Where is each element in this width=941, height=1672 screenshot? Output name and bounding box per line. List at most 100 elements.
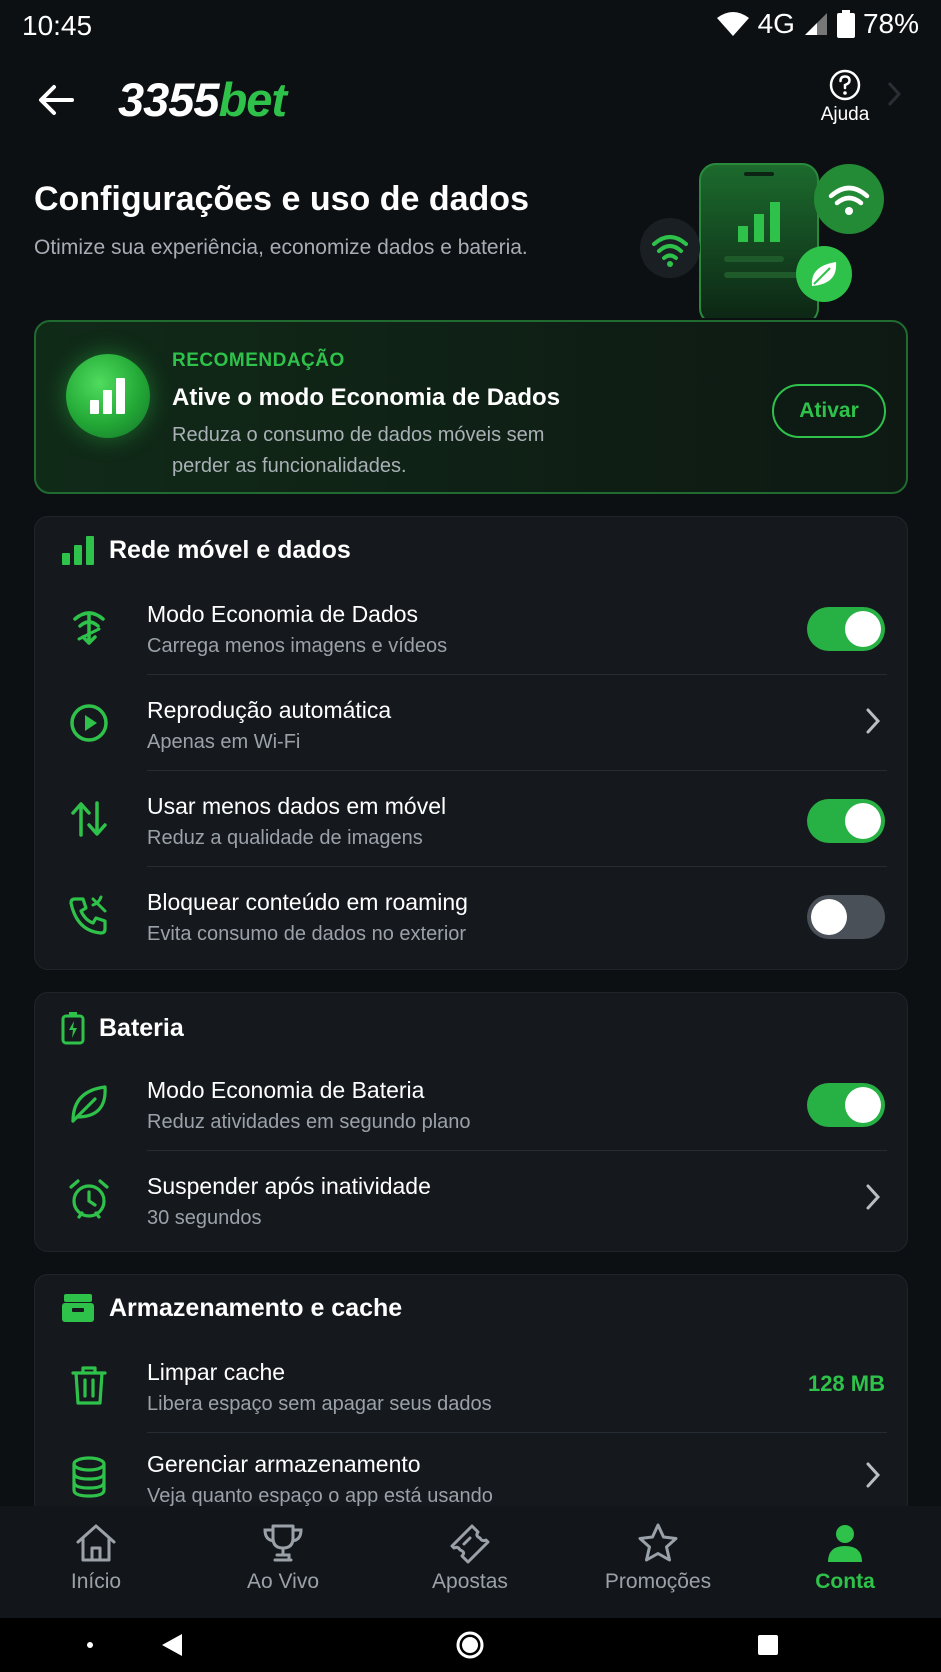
toggle-knob bbox=[845, 803, 881, 839]
wifi-icon bbox=[716, 12, 749, 36]
phone-wifi-illustration bbox=[640, 163, 884, 318]
sleep-timeout-row[interactable]: Suspender após inatividade 30 segundos bbox=[35, 1151, 907, 1247]
system-recents-button[interactable] bbox=[738, 1618, 798, 1672]
battery-section-title: Bateria bbox=[99, 1013, 184, 1042]
storage-box-icon bbox=[62, 1294, 94, 1322]
storage-section-header: Armazenamento e cache bbox=[61, 1293, 402, 1323]
signal-bars-icon bbox=[62, 536, 94, 565]
toggle-knob bbox=[845, 611, 881, 647]
help-label: Ajuda bbox=[820, 104, 870, 125]
data-saver-row[interactable]: Modo Economia de Dados Carrega menos ima… bbox=[35, 579, 907, 675]
battery-section-header: Bateria bbox=[61, 1011, 184, 1045]
row-title: Gerenciar armazenamento bbox=[147, 1451, 421, 1477]
chevron-right-icon bbox=[866, 1184, 881, 1210]
status-time: 10:45 bbox=[22, 10, 93, 41]
faint-chevron-icon bbox=[887, 81, 902, 107]
row-title: Limpar cache bbox=[147, 1359, 286, 1385]
less-mobile-data-toggle[interactable] bbox=[807, 799, 885, 843]
brand-logo: 3355bet bbox=[118, 72, 287, 127]
network-type: 4G bbox=[757, 8, 795, 39]
help-circle-icon bbox=[829, 69, 861, 101]
system-dot-button[interactable] bbox=[60, 1618, 120, 1672]
signal-icon bbox=[804, 13, 827, 35]
roaming-block-toggle[interactable] bbox=[807, 895, 885, 939]
page-title: Configurações e uso de dados bbox=[34, 180, 529, 218]
triangle-back-icon bbox=[162, 1634, 182, 1656]
phone-roaming-icon bbox=[69, 895, 107, 935]
network-section-header: Rede móvel e dados bbox=[61, 535, 351, 565]
nav-label: Início bbox=[70, 1570, 122, 1593]
less-mobile-data-row[interactable]: Usar menos dados em móvel Reduz a qualid… bbox=[35, 771, 907, 867]
signal-bars-icon bbox=[66, 354, 150, 438]
logo-bet: bet bbox=[218, 73, 287, 126]
nav-label: Ao Vivo bbox=[247, 1570, 319, 1593]
row-subtitle: Libera espaço sem apagar seus dados bbox=[147, 1393, 492, 1415]
star-icon bbox=[638, 1523, 678, 1562]
status-icons: 4G 78% bbox=[716, 8, 919, 40]
recommendation-title: Ative o modo Economia de Dados bbox=[172, 384, 561, 411]
trash-icon bbox=[71, 1366, 107, 1405]
network-section: Rede móvel e dados Modo Economia de Dado… bbox=[34, 516, 908, 970]
toggle-knob bbox=[811, 899, 847, 935]
nav-account[interactable]: Conta bbox=[775, 1522, 915, 1594]
row-title: Suspender após inatividade bbox=[147, 1173, 431, 1199]
home-icon bbox=[76, 1524, 116, 1562]
up-down-arrows-icon bbox=[71, 801, 107, 837]
data-saver-icon bbox=[73, 611, 105, 645]
system-back-button[interactable] bbox=[142, 1618, 202, 1672]
help-button[interactable]: Ajuda bbox=[812, 68, 878, 126]
back-arrow-icon[interactable] bbox=[34, 78, 78, 122]
cache-size-value: 128 MB bbox=[807, 1371, 885, 1396]
recommendation-eyebrow: RECOMENDAÇÃO bbox=[172, 350, 345, 371]
battery-icon bbox=[836, 10, 855, 38]
nav-live[interactable]: Ao Vivo bbox=[213, 1522, 353, 1594]
row-subtitle: Evita consumo de dados no exterior bbox=[147, 923, 467, 945]
system-navigation-bar bbox=[0, 1618, 941, 1672]
row-title: Modo Economia de Bateria bbox=[147, 1077, 425, 1103]
database-icon bbox=[72, 1456, 106, 1498]
autoplay-row[interactable]: Reprodução automática Apenas em Wi-Fi bbox=[35, 675, 907, 771]
recommendation-description: Reduza o consumo de dados móveis sem per… bbox=[172, 424, 545, 477]
nav-promotions[interactable]: Promoções bbox=[588, 1522, 728, 1594]
circle-home-icon bbox=[456, 1631, 484, 1659]
row-subtitle: Reduz atividades em segundo plano bbox=[147, 1111, 471, 1133]
chevron-right-icon bbox=[866, 1462, 881, 1488]
battery-percent: 78% bbox=[862, 8, 919, 39]
row-subtitle: Veja quanto espaço o app está usando bbox=[147, 1485, 493, 1507]
row-subtitle: 30 segundos bbox=[147, 1207, 262, 1229]
battery-charging-icon bbox=[61, 1012, 85, 1045]
row-title: Modo Economia de Dados bbox=[147, 601, 419, 627]
nav-home[interactable]: Início bbox=[26, 1522, 166, 1594]
clear-cache-row[interactable]: Limpar cache Libera espaço sem apagar se… bbox=[35, 1337, 907, 1433]
play-circle-icon bbox=[70, 704, 108, 742]
app-header: 3355bet Ajuda bbox=[0, 60, 941, 140]
chevron-right-icon bbox=[866, 708, 881, 734]
row-title: Usar menos dados em móvel bbox=[147, 793, 447, 819]
status-bar: 10:45 4G 78% bbox=[0, 0, 941, 50]
row-subtitle: Apenas em Wi-Fi bbox=[147, 731, 301, 753]
row-subtitle: Carrega menos imagens e vídeos bbox=[147, 635, 448, 657]
nav-label: Promoções bbox=[604, 1570, 712, 1593]
logo-number: 3355 bbox=[118, 73, 220, 126]
battery-saver-toggle[interactable] bbox=[807, 1083, 885, 1127]
activate-button[interactable]: Ativar bbox=[772, 384, 886, 438]
row-title: Reprodução automática bbox=[147, 697, 392, 723]
leaf-icon bbox=[71, 1085, 107, 1123]
row-title: Bloquear conteúdo em roaming bbox=[147, 889, 468, 915]
system-home-button[interactable] bbox=[440, 1618, 500, 1672]
network-section-title: Rede móvel e dados bbox=[109, 535, 351, 564]
nav-label: Apostas bbox=[432, 1570, 508, 1593]
recommendation-card: RECOMENDAÇÃO Ative o modo Economia de Da… bbox=[34, 320, 908, 494]
page-subtitle: Otimize sua experiência, economize dados… bbox=[34, 236, 528, 259]
trophy-icon bbox=[263, 1524, 303, 1562]
battery-saver-row[interactable]: Modo Economia de Bateria Reduz atividade… bbox=[35, 1055, 907, 1151]
roaming-block-row[interactable]: Bloquear conteúdo em roaming Evita consu… bbox=[35, 867, 907, 963]
storage-section-title: Armazenamento e cache bbox=[109, 1293, 403, 1322]
toggle-knob bbox=[845, 1087, 881, 1123]
row-subtitle: Reduz a qualidade de imagens bbox=[147, 827, 423, 849]
square-recents-icon bbox=[758, 1635, 778, 1655]
storage-section: Armazenamento e cache Limpar cache Liber… bbox=[34, 1274, 908, 1536]
nav-bets[interactable]: Apostas bbox=[400, 1522, 540, 1594]
data-saver-toggle[interactable] bbox=[807, 607, 885, 651]
nav-label: Conta bbox=[815, 1570, 875, 1593]
